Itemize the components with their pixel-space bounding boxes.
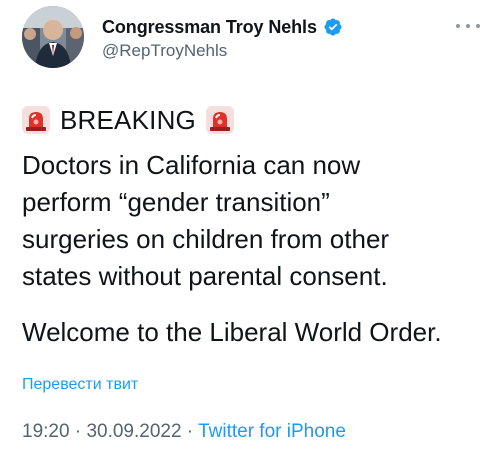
more-dot <box>456 24 460 28</box>
siren-icon <box>22 106 50 134</box>
meta-separator: · <box>69 421 87 442</box>
author-info: Congressman Troy Nehls @RepTroyNehls <box>102 15 343 61</box>
breaking-label: BREAKING <box>60 104 196 135</box>
more-dot <box>466 24 470 28</box>
more-dot <box>476 24 480 28</box>
verified-badge-icon <box>323 17 343 37</box>
more-options-icon[interactable] <box>456 20 480 32</box>
tweet-header: Congressman Troy Nehls @RepTroyNehls <box>22 6 480 68</box>
translate-tweet-link[interactable]: Перевести твит <box>22 376 138 394</box>
avatar[interactable] <box>22 6 84 68</box>
meta-separator: · <box>181 421 199 442</box>
tweet-card: Congressman Troy Nehls @RepTroyNehls BRE… <box>0 0 500 452</box>
tweet-date[interactable]: 30.09.2022 <box>86 421 181 442</box>
tweet-body-line: Doctors in California can now <box>22 150 361 180</box>
display-name[interactable]: Congressman Troy Nehls <box>102 17 317 38</box>
tweet-body-line: surgeries on children from other <box>22 224 390 254</box>
tweet-closing-line: Welcome to the Liberal World Order. <box>22 317 442 347</box>
tweet-time[interactable]: 19:20 <box>22 421 70 442</box>
tweet-metadata: 19:20 · 30.09.2022 · Twitter for iPhone <box>22 421 346 443</box>
author-handle[interactable]: @RepTroyNehls <box>102 41 343 61</box>
siren-icon <box>205 106 234 134</box>
tweet-body-line: states without parental consent. <box>22 261 388 291</box>
tweet-source-link[interactable]: Twitter for iPhone <box>198 421 346 442</box>
display-name-row: Congressman Troy Nehls <box>102 15 343 39</box>
breaking-line: BREAKING <box>22 105 234 135</box>
tweet-body-line: perform “gender transition” <box>22 187 330 217</box>
tweet-body: Doctors in California can now perform “g… <box>22 147 492 295</box>
